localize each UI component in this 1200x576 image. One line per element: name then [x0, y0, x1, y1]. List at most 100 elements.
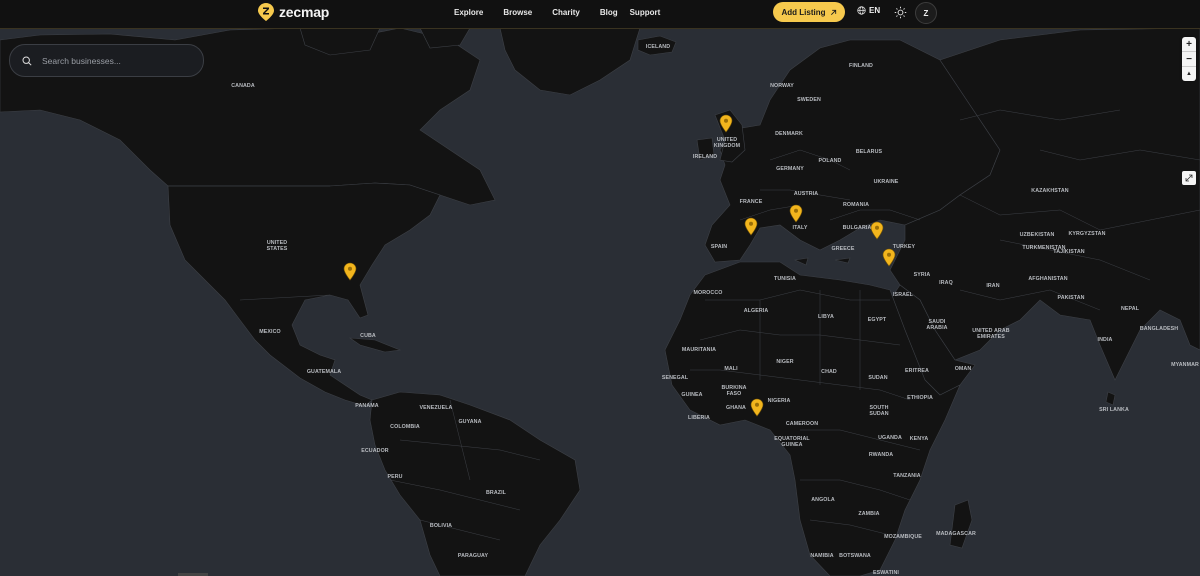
map-label: UZBEKISTAN [1020, 232, 1055, 238]
map-label: ERITREA [905, 368, 929, 374]
map-label: PERU [387, 474, 402, 480]
map-pin-dot [755, 402, 759, 407]
map-label: CUBA [360, 333, 376, 339]
brand-name: zecmap [279, 4, 330, 20]
map-label: MEXICO [259, 329, 281, 335]
nav-blog[interactable]: Blog [600, 8, 618, 17]
world-map[interactable]: ICELAND FINLAND NORWAY SWEDEN CANADA UNITED KI… [0, 0, 1200, 576]
search-bar [9, 44, 204, 77]
map-label: TAJIKISTAN [1053, 249, 1084, 255]
map-label: BANGLADESH [1140, 326, 1178, 332]
reset-north-button[interactable]: ▲ [1182, 67, 1196, 81]
map-label: SAUDI ARABIA [926, 319, 947, 331]
map-label: BULGARIA [843, 225, 872, 231]
user-avatar[interactable]: Z [915, 2, 937, 24]
map-label: NAMIBIA [810, 553, 833, 559]
map-label: GUATEMALA [307, 369, 341, 375]
map-label: GUINEA [681, 392, 702, 398]
map-label: SPAIN [711, 244, 727, 250]
zoom-out-button[interactable]: − [1182, 52, 1196, 67]
map-label: AUSTRIA [794, 191, 818, 197]
map-label: UKRAINE [874, 179, 899, 185]
map-label: POLAND [819, 158, 842, 164]
map-label: ECUADOR [361, 448, 389, 454]
nav-charity[interactable]: Charity [552, 8, 580, 17]
logo-pin-icon [258, 3, 274, 21]
map-label: MOROCCO [694, 290, 723, 296]
map-pin-dot [875, 225, 879, 230]
map-label: AFGHANISTAN [1028, 276, 1067, 282]
map-label: IRAQ [939, 280, 953, 286]
map-label: MYANMAR [1171, 362, 1199, 368]
map-label: BOLIVIA [430, 523, 452, 529]
map-label: BELARUS [856, 149, 883, 155]
brand-logo[interactable]: zecmap [258, 3, 329, 21]
top-navigation-bar: zecmap Explore Browse Charity Blog Suppo… [0, 0, 1200, 29]
map-label: GREECE [832, 246, 855, 252]
zoom-controls: + − ▲ [1182, 37, 1196, 81]
map-label: IRELAND [693, 154, 717, 160]
map-label: VENEZUELA [420, 405, 453, 411]
map-label: SUDAN [868, 375, 887, 381]
map-label: MOZAMBIQUE [884, 534, 922, 540]
map-label: BRAZIL [486, 490, 507, 496]
map-label: FRANCE [740, 199, 763, 205]
map-label: DENMARK [775, 131, 803, 137]
map-label: NIGERIA [768, 398, 791, 404]
map-label: CAMEROON [786, 421, 818, 427]
language-selector[interactable]: EN [857, 6, 880, 15]
map-label: LIBYA [818, 314, 834, 320]
map-label: TURKEY [893, 244, 916, 250]
map-label: INDIA [1098, 337, 1113, 343]
map-pin-dot [724, 118, 728, 123]
map-label: KAZAKHSTAN [1031, 188, 1068, 194]
map-label: SWEDEN [797, 97, 821, 103]
map-pin-dot [887, 252, 891, 257]
map-label: PARAGUAY [458, 553, 489, 559]
nav-explore[interactable]: Explore [454, 8, 483, 17]
search-icon [22, 55, 32, 66]
map-label: UNITED ARAB EMIRATES [972, 328, 1009, 340]
map-label: FINLAND [849, 63, 873, 69]
map-label: NORWAY [770, 83, 794, 89]
map-label: BOTSWANA [839, 553, 871, 559]
map-label: CANADA [231, 83, 255, 89]
map-label: TUNISIA [774, 276, 796, 282]
map-label: IRAN [986, 283, 999, 289]
map-label: ESWATINI [873, 570, 899, 576]
map-label: GHANA [726, 405, 746, 411]
map-pin-dot [794, 208, 798, 213]
language-code: EN [869, 6, 881, 15]
map-pin-dot [749, 221, 753, 226]
fullscreen-button[interactable] [1182, 171, 1196, 185]
map-label: ISRAEL [893, 292, 914, 298]
map-label: ANGOLA [811, 497, 835, 503]
map-label: CHAD [821, 369, 837, 375]
map-label: KYRGYZSTAN [1068, 231, 1105, 237]
map-label: UNITED KINGDOM [714, 137, 741, 149]
map-label: GERMANY [776, 166, 804, 172]
map-label: SENEGAL [662, 375, 689, 381]
map-label: EGYPT [868, 317, 887, 323]
map-label: LIBERIA [688, 415, 710, 421]
map-label: NEPAL [1121, 306, 1140, 312]
map-label: OMAN [955, 366, 972, 372]
zoom-in-button[interactable]: + [1182, 37, 1196, 52]
map-label: ROMANIA [843, 202, 869, 208]
map-label: ICELAND [646, 44, 670, 50]
map-label: COLOMBIA [390, 424, 420, 430]
expand-icon [1185, 174, 1193, 182]
map-label: UGANDA [878, 435, 902, 441]
map-label: MALI [724, 366, 738, 372]
map-label: PAKISTAN [1057, 295, 1084, 301]
add-listing-button[interactable]: Add Listing [773, 2, 845, 22]
nav-support[interactable]: Support [630, 8, 661, 17]
nav-browse[interactable]: Browse [503, 8, 532, 17]
arrow-up-right-icon [830, 9, 836, 15]
map-label: RWANDA [869, 452, 893, 458]
map-label: KENYA [910, 436, 929, 442]
map-label: SRI LANKA [1099, 407, 1129, 413]
sun-icon[interactable] [894, 6, 907, 19]
map-label: ALGERIA [744, 308, 769, 314]
search-input[interactable] [40, 54, 194, 67]
